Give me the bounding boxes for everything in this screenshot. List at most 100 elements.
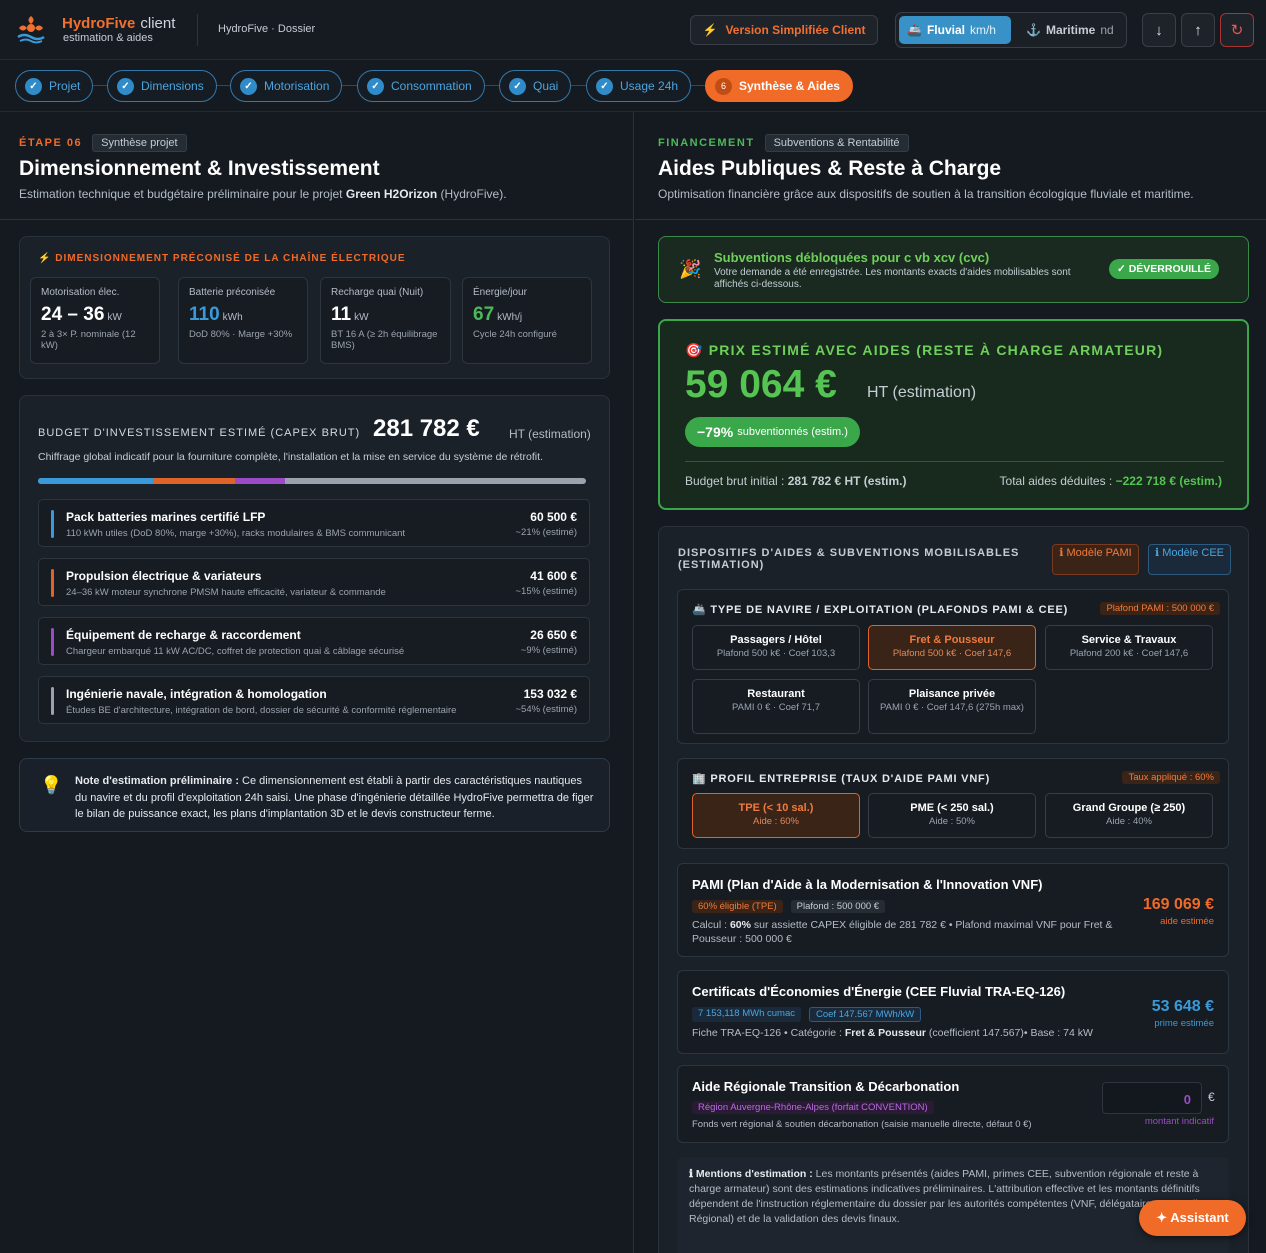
unlocked-badge: ✓ DÉVERROUILLÉ — [1109, 259, 1219, 279]
step-consommation[interactable]: ✓ Consommation — [357, 70, 485, 102]
mode-maritime-label: Maritime — [1045, 23, 1096, 37]
pami-eligibility-pill: 60% éligible (TPE) — [692, 900, 783, 913]
sizing-title: ⚡ DIMENSIONNEMENT PRÉCONISÉ DE LA CHAÎNE… — [38, 253, 406, 264]
upload-button[interactable]: ↑ — [1181, 13, 1215, 47]
budget-item-title: Pack batteries marines certifié LFP — [66, 510, 266, 524]
mode-fluvial-label: Fluvial — [926, 23, 965, 37]
regional-currency: € — [1208, 1090, 1215, 1104]
option-title: PME (< 250 sal.) — [910, 802, 994, 814]
budget-item-title: Équipement de recharge & raccordement — [66, 628, 301, 642]
option-sub: Aide : 50% — [929, 816, 975, 827]
assistant-button[interactable]: ✦ Assistant — [1139, 1200, 1246, 1236]
cee-model-button[interactable]: ℹ Modèle CEE — [1148, 544, 1231, 575]
bolt-icon: ⚡ — [38, 253, 52, 264]
stat-recharge: Recharge quai (Nuit) 11 kW BT 16 A (≥ 2h … — [320, 277, 451, 364]
left-panel: ÉTAPE 06 Synthèse projet Dimensionnement … — [0, 112, 634, 1253]
eyebrow-text: FINANCEMENT — [658, 137, 755, 149]
pami-calculation: Calcul : 60% sur assiette CAPEX éligible… — [692, 919, 1113, 945]
right-panel: FINANCEMENT Subventions & Rentabilité Aid… — [635, 112, 1266, 1253]
pami-ceiling-pill: Plafond : 500 000 € — [790, 900, 886, 913]
budget-item-amount: 26 650 € — [530, 628, 577, 642]
applied-rate-badge: Taux appliqué : 60% — [1122, 771, 1220, 784]
arrow-up-icon: ↑ — [1194, 21, 1202, 39]
stat-label: Recharge quai (Nuit) — [331, 287, 424, 298]
budget-item-amount: 41 600 € — [530, 569, 577, 583]
subsidy-percent-label: subventionnés (estim.) — [737, 426, 848, 438]
net-price-value: 59 064 € — [685, 363, 837, 406]
regional-amount-input[interactable]: 0 — [1102, 1082, 1202, 1114]
vessel-option-fret[interactable]: Fret & Pousseur Plafond 500 k€ · Coef 147… — [868, 625, 1036, 670]
check-icon: ✓ — [117, 77, 134, 95]
budget-item-pct: ~9% (estimé) — [520, 645, 577, 656]
financing-eyebrow: FINANCEMENT Subventions & Rentabilité — [658, 134, 909, 152]
unlock-title: Subventions débloquées pour c vb xcv (cv… — [714, 250, 990, 265]
bolt-icon: ⚡ — [702, 23, 718, 37]
budget-label: BUDGET D'INVESTISSEMENT ESTIMÉ (CAPEX BR… — [38, 427, 361, 439]
regional-amount-label: montant indicatif — [1144, 1116, 1214, 1127]
vessel-option-passagers[interactable]: Passagers / Hôtel Plafond 500 k€ · Coef 1… — [692, 625, 860, 670]
company-profile-title: 🏢 PROFIL ENTREPRISE (TAUX D'AIDE PAMI VN… — [692, 773, 991, 785]
eyebrow-tag: Subventions & Rentabilité — [764, 134, 909, 152]
check-icon: ✓ — [25, 77, 42, 95]
vessel-option-plaisance[interactable]: Plaisance privée PAMI 0 € · Coef 147,6 (2… — [868, 679, 1036, 734]
mode-fluvial-button[interactable]: 🚢 Fluvial km/h — [899, 16, 1011, 44]
step-label: Usage 24h — [620, 79, 679, 93]
cee-title: Certificats d'Économies d'Énergie (CEE F… — [692, 984, 1066, 999]
vessel-option-restaurant[interactable]: Restaurant PAMI 0 € · Coef 71,7 — [692, 679, 860, 734]
budget-item-pct: ~54% (estimé) — [515, 704, 577, 715]
stat-value: 24 – 36 kW — [41, 304, 122, 325]
stat-energie: Énergie/jour 67 kWh/j Cycle 24h configuré — [462, 277, 592, 364]
mode-maritime-unit: nd — [1100, 23, 1114, 37]
step-label: Consommation — [391, 79, 472, 93]
brand-name: HydroFive client — [62, 15, 176, 32]
step-label: Synthèse & Aides — [739, 79, 840, 93]
mode-toggle: 🚢 Fluvial km/h ⚓ Maritime nd — [895, 12, 1127, 48]
step-usage-24h[interactable]: ✓ Usage 24h — [586, 70, 692, 102]
step-label: Dimensions — [141, 79, 204, 93]
breadcrumb: HydroFive · Dossier — [218, 23, 316, 35]
option-sub: Aide : 40% — [1106, 816, 1152, 827]
profile-option-pme[interactable]: PME (< 250 sal.) Aide : 50% — [868, 793, 1036, 838]
budget-unit: HT (estimation) — [509, 427, 591, 441]
party-icon: 🎉 — [679, 259, 702, 279]
vessel-type-title: 🚢 TYPE DE NAVIRE / EXPLOITATION (PLAFOND… — [692, 604, 1069, 616]
pami-amount-label: aide estimée — [1160, 916, 1214, 927]
region-pill: Région Auvergne-Rhône-Alpes (forfait CON… — [692, 1101, 934, 1114]
budget-item-pct: ~15% (estimé) — [515, 586, 577, 597]
target-icon: 🎯 — [685, 342, 704, 358]
step-number: 6 — [715, 77, 732, 95]
mode-maritime-button[interactable]: ⚓ Maritime nd — [1018, 16, 1124, 44]
budget-card: BUDGET D'INVESTISSEMENT ESTIMÉ (CAPEX BR… — [19, 395, 610, 742]
budget-item-desc: Études BE d'architecture, intégration de… — [66, 705, 457, 716]
profile-option-grand-groupe[interactable]: Grand Groupe (≥ 250) Aide : 40% — [1045, 793, 1213, 838]
profile-option-tpe[interactable]: TPE (< 10 sal.) Aide : 60% — [692, 793, 860, 838]
unlock-banner: 🎉 Subventions débloquées pour c vb xcv (… — [658, 236, 1249, 303]
budget-item-desc: Chargeur embarqué 11 kW AC/DC, coffret d… — [66, 646, 405, 657]
step-dimensions[interactable]: ✓ Dimensions — [107, 70, 217, 102]
download-button[interactable]: ↓ — [1142, 13, 1176, 47]
budget-bar-segment — [235, 478, 285, 484]
regional-title: Aide Régionale Transition & Décarbonatio… — [692, 1079, 960, 1094]
budget-item: Pack batteries marines certifié LFP 110 … — [38, 499, 590, 547]
budget-bar-segment — [153, 478, 236, 484]
step-projet[interactable]: ✓ Projet — [15, 70, 94, 102]
cee-description: Fiche TRA-EQ-126 • Catégorie : Fret & Po… — [692, 1027, 1093, 1039]
sizing-card: ⚡ DIMENSIONNEMENT PRÉCONISÉ DE LA CHAÎNE… — [19, 236, 610, 379]
stat-label: Motorisation élec. — [41, 287, 120, 298]
regional-description: Fonds vert régional & soutien décarbonat… — [692, 1119, 1032, 1130]
step-synthese-aides[interactable]: 6 Synthèse & Aides — [705, 70, 853, 102]
vessel-option-service[interactable]: Service & Travaux Plafond 200 k€ · Coef 1… — [1045, 625, 1213, 670]
pami-model-button[interactable]: ℹ Modèle PAMI — [1052, 544, 1139, 575]
reset-button[interactable]: ↻ — [1220, 13, 1254, 47]
step-quai[interactable]: ✓ Quai — [499, 70, 572, 102]
budget-bar-segment — [38, 478, 154, 484]
flag-icon: 🚢 — [692, 604, 707, 616]
building-icon: 🏢 — [692, 773, 707, 785]
check-icon: ✓ — [367, 77, 384, 95]
step-eyebrow: ÉTAPE 06 Synthèse projet — [19, 134, 187, 152]
pami-title: PAMI (Plan d'Aide à la Modernisation & l… — [692, 877, 1043, 892]
financing-subtitle: Optimisation financière grâce aux dispos… — [658, 187, 1194, 201]
simplified-version-button[interactable]: ⚡ Version Simplifiée Client — [690, 15, 878, 45]
step-motorisation[interactable]: ✓ Motorisation — [230, 70, 343, 102]
budget-item: Ingénierie navale, intégration & homolog… — [38, 676, 590, 724]
